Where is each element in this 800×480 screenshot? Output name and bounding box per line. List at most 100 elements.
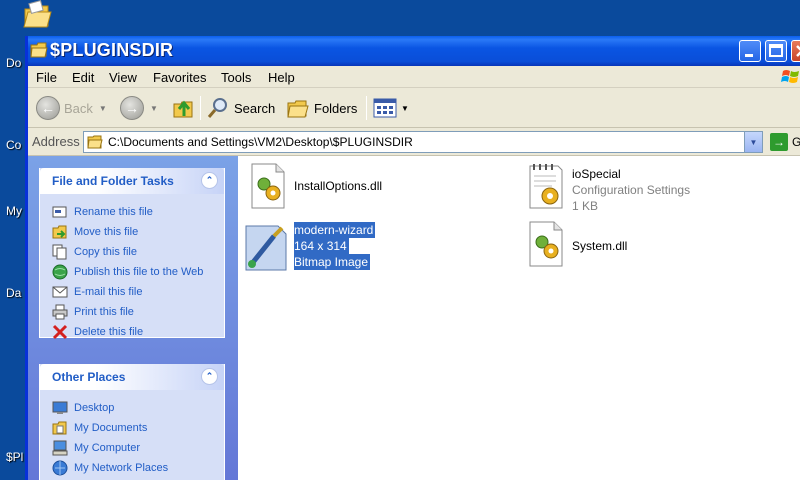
menu-view[interactable]: View (109, 70, 137, 85)
search-label: Search (234, 100, 276, 116)
menu-favorites[interactable]: Favorites (153, 70, 206, 85)
task-label: Copy this file (74, 246, 137, 258)
search-button[interactable]: Search (206, 94, 275, 122)
rename-icon (52, 206, 67, 218)
task-label: Delete this file (74, 326, 144, 338)
file-name: System.dll (572, 239, 628, 253)
panel-title: Other Places (52, 370, 126, 384)
back-label: Back (64, 100, 93, 116)
folder-icon (87, 135, 103, 149)
file-list-view[interactable]: InstallOptions.dll ioSpecial Configurati… (238, 156, 800, 480)
desktop-icon-label[interactable]: $Pl (6, 450, 23, 464)
task-pane: File and Folder Tasks ⌃ Rename this file… (28, 156, 238, 480)
network-places-icon (52, 460, 68, 476)
place-label: Desktop (74, 402, 115, 414)
maximize-icon (769, 44, 783, 57)
bitmap-file-icon (245, 225, 287, 271)
place-label: My Documents (74, 422, 148, 434)
address-label: Address (32, 134, 80, 149)
file-item-installoptions[interactable]: InstallOptions.dll (246, 162, 466, 214)
task-label: E-mail this file (74, 286, 143, 298)
windows-logo-icon (781, 70, 799, 83)
task-copy-file[interactable]: Copy this file (52, 242, 224, 262)
folders-icon (287, 100, 309, 118)
other-places-panel: Other Places ⌃ Desktop My Documents My C… (39, 364, 225, 480)
place-my-documents[interactable]: My Documents (52, 418, 224, 438)
menu-tools[interactable]: Tools (221, 70, 251, 85)
desktop-icon-label[interactable]: My (6, 204, 22, 218)
desktop-icon-label[interactable]: Co (6, 138, 21, 152)
go-button[interactable]: Go (792, 135, 800, 149)
desktop-icon-label[interactable]: Do (6, 56, 21, 70)
views-icon (373, 98, 397, 118)
task-publish-web[interactable]: Publish this file to the Web (52, 262, 224, 282)
file-name: InstallOptions.dll (294, 179, 383, 193)
views-dropdown-icon[interactable]: ▼ (401, 104, 409, 113)
up-folder-button[interactable] (172, 94, 196, 122)
views-button[interactable]: ▼ (373, 94, 409, 122)
panel-header[interactable]: File and Folder Tasks ⌃ (40, 168, 224, 194)
address-input[interactable]: C:\Documents and Settings\VM2\Desktop\$P… (83, 131, 763, 153)
address-dropdown-icon[interactable]: ▼ (744, 132, 762, 152)
email-icon (52, 286, 68, 298)
task-email-file[interactable]: E-mail this file (52, 282, 224, 302)
title-bar[interactable]: $PLUGINSDIR (28, 36, 800, 66)
up-folder-icon (173, 100, 193, 118)
image-dimensions: 164 x 314 (294, 238, 349, 254)
panel-header[interactable]: Other Places ⌃ (40, 364, 224, 390)
place-my-network-places[interactable]: My Network Places (52, 458, 224, 478)
file-details: modern-wizard 164 x 314 Bitmap Image (294, 222, 376, 270)
back-button[interactable]: ← Back ▼ (36, 94, 107, 122)
task-print-file[interactable]: Print this file (52, 302, 224, 322)
collapse-chevron-icon[interactable]: ⌃ (201, 172, 218, 189)
dll-file-icon (529, 221, 563, 267)
file-item-iospecial[interactable]: ioSpecial Configuration Settings 1 KB (524, 160, 784, 216)
file-type: Bitmap Image (294, 254, 371, 270)
back-dropdown-icon[interactable]: ▼ (99, 104, 107, 113)
minimize-button[interactable] (739, 40, 761, 62)
task-rename-file[interactable]: Rename this file (52, 202, 224, 222)
my-computer-icon (52, 440, 68, 456)
desktop-icon-label[interactable]: Da (6, 286, 21, 300)
go-arrow-icon[interactable]: → (770, 133, 788, 151)
address-value: C:\Documents and Settings\VM2\Desktop\$P… (108, 135, 413, 149)
menu-edit[interactable]: Edit (72, 70, 94, 85)
desktop-folder-icon[interactable] (22, 0, 52, 30)
place-label: My Computer (74, 442, 141, 454)
folders-label: Folders (314, 100, 358, 116)
close-icon (796, 45, 800, 57)
file-folder-tasks-panel: File and Folder Tasks ⌃ Rename this file… (39, 168, 225, 340)
task-label: Publish this file to the Web (74, 266, 204, 278)
address-bar: Address C:\Documents and Settings\VM2\De… (28, 128, 800, 156)
file-item-system-dll[interactable]: System.dll (524, 220, 744, 272)
search-icon (207, 98, 227, 118)
close-button[interactable] (791, 40, 800, 62)
collapse-chevron-icon[interactable]: ⌃ (201, 368, 218, 385)
forward-arrow-icon: → (120, 96, 144, 120)
explorer-window: $PLUGINSDIR File Edit View Favorites Too… (25, 36, 800, 480)
place-desktop[interactable]: Desktop (52, 398, 224, 418)
folders-button[interactable]: Folders (286, 94, 357, 122)
menu-help[interactable]: Help (268, 70, 295, 85)
maximize-button[interactable] (765, 40, 787, 62)
task-delete-file[interactable]: Delete this file (52, 322, 224, 342)
window-title: $PLUGINSDIR (50, 40, 174, 60)
printer-icon (52, 304, 68, 320)
toolbar-separator (200, 96, 201, 120)
config-file-icon (529, 164, 563, 209)
file-name: ioSpecial (572, 167, 621, 181)
copy-icon (52, 244, 67, 260)
forward-button[interactable]: → ▼ (120, 94, 158, 122)
file-details: ioSpecial Configuration Settings 1 KB (572, 166, 690, 214)
delete-icon (52, 324, 68, 340)
standard-toolbar: ← Back ▼ → ▼ Search Folders ▼ (28, 88, 800, 128)
task-move-file[interactable]: Move this file (52, 222, 224, 242)
place-my-computer[interactable]: My Computer (52, 438, 224, 458)
file-item-modern-wizard[interactable]: modern-wizard 164 x 314 Bitmap Image (242, 218, 462, 274)
menu-file[interactable]: File (36, 70, 57, 85)
file-name: modern-wizard (294, 222, 376, 238)
my-documents-icon (52, 421, 67, 435)
file-type: Configuration Settings (572, 183, 691, 197)
forward-dropdown-icon[interactable]: ▼ (150, 104, 158, 113)
minimize-icon (745, 54, 753, 57)
